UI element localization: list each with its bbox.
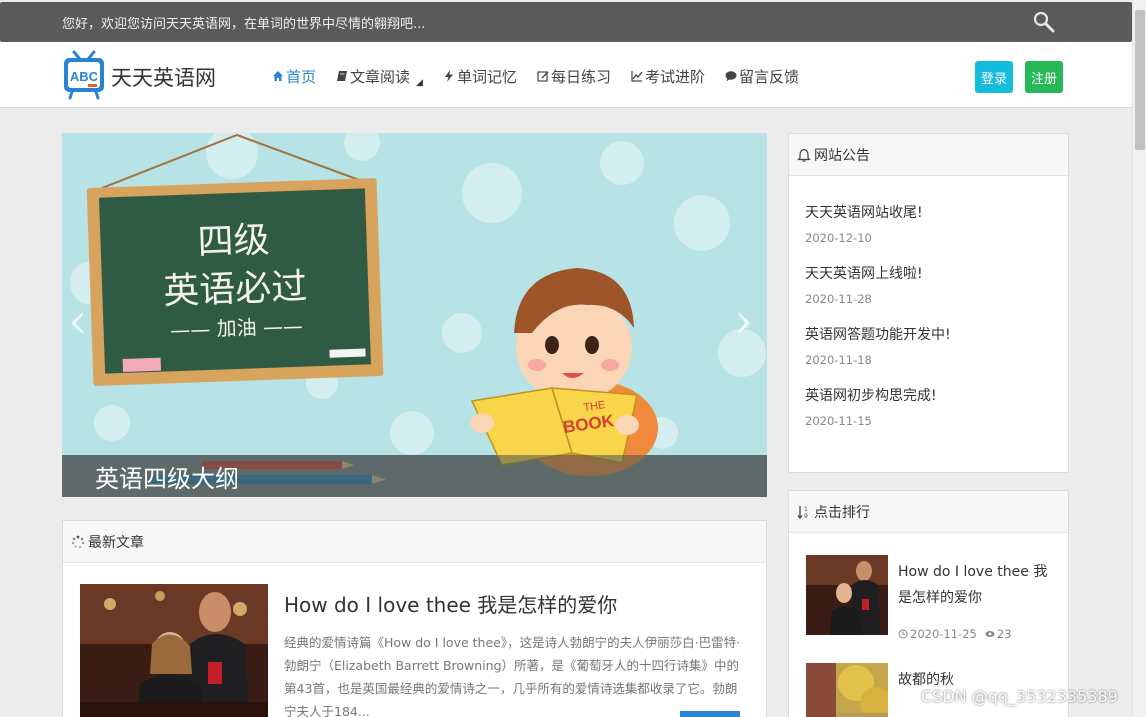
- notice-item-date: 2020-11-18: [805, 353, 872, 367]
- register-button[interactable]: 注册: [1025, 61, 1063, 93]
- chalkboard-line2: 英语必过: [163, 266, 308, 312]
- banner-carousel[interactable]: 四级 英语必过 —— 加油 —— THE BOOK ‹ › 英语四级大纲: [62, 133, 767, 497]
- notice-header: 网站公告: [789, 134, 1068, 176]
- latest-articles-header: 最新文章: [63, 521, 766, 563]
- notice-item-title[interactable]: 英语网答题功能开发中!: [805, 324, 1068, 344]
- comment-icon: [725, 71, 737, 82]
- eye-icon: [985, 631, 995, 637]
- logo[interactable]: ABC: [62, 50, 106, 100]
- login-button[interactable]: 登录: [975, 61, 1013, 93]
- rank-item-title[interactable]: How do I love thee 我是怎样的爱你: [898, 559, 1058, 611]
- svg-text:1: 1: [804, 506, 808, 513]
- banner-illustration: 四级 英语必过 —— 加油 —— THE BOOK: [62, 133, 767, 497]
- bolt-icon: [444, 70, 453, 82]
- notice-item[interactable]: 天天英语网上线啦! 2020-11-28: [805, 263, 1068, 324]
- rank-item-thumbnail[interactable]: [806, 663, 888, 717]
- ranking-header: 1 9 点击排行: [789, 491, 1068, 533]
- search-icon[interactable]: [1032, 10, 1056, 34]
- notice-item[interactable]: 英语网答题功能开发中! 2020-11-18: [805, 324, 1068, 385]
- clock-icon: [898, 629, 908, 639]
- notice-list: 天天英语网站收尾! 2020-12-10 天天英语网上线啦! 2020-11-2…: [789, 176, 1068, 446]
- sort-numeric-icon: 1 9: [797, 505, 808, 519]
- notice-item-title[interactable]: 天天英语网站收尾!: [805, 202, 1068, 222]
- nav-article-reading[interactable]: 文章阅读 ◢: [336, 64, 423, 88]
- site-name[interactable]: 天天英语网: [111, 62, 216, 92]
- banner-caption[interactable]: 英语四级大纲: [95, 459, 239, 494]
- site-header: ABC 天天英语网 首页 文章阅读 ◢ 单词记忆 每日练习 考试进阶 留言反馈 …: [0, 42, 1132, 108]
- banner-caption-bar: 英语四级大纲: [62, 455, 767, 497]
- notice-item-date: 2020-11-28: [805, 292, 872, 306]
- main-nav: 首页 文章阅读 ◢ 单词记忆 每日练习 考试进阶 留言反馈: [272, 64, 819, 88]
- rank-item-thumbnail[interactable]: [806, 555, 888, 635]
- spinner-icon: [71, 535, 85, 548]
- rank-item-meta: 2020-11-25 23: [898, 627, 1011, 641]
- rank-item-views: 23: [985, 627, 1011, 641]
- nav-home[interactable]: 首页: [272, 64, 316, 88]
- click-ranking-panel: 1 9 点击排行 How do I love thee 我是怎样的爱你 2020…: [788, 490, 1069, 717]
- top-bar: 您好，欢迎您访问天天英语网，在单词的世界中尽情的翱翔吧...: [0, 2, 1132, 42]
- page-scrollbar[interactable]: [1132, 0, 1146, 717]
- scrollbar-thumb[interactable]: [1135, 10, 1145, 150]
- nav-daily-practice[interactable]: 每日练习: [537, 64, 611, 88]
- nav-feedback[interactable]: 留言反馈: [725, 64, 799, 88]
- welcome-text: 您好，欢迎您访问天天英语网，在单词的世界中尽情的翱翔吧...: [62, 17, 426, 32]
- notice-item[interactable]: 天天英语网站收尾! 2020-12-10: [805, 202, 1068, 263]
- chart-icon: [631, 71, 643, 82]
- latest-articles-panel: 最新文章 How do I love thee 我是怎样的爱你 经典的爱情诗篇《…: [62, 520, 767, 717]
- notice-title: 网站公告: [814, 147, 870, 164]
- chalkboard-line3: —— 加油 ——: [170, 314, 303, 343]
- chalkboard-line1: 四级: [197, 220, 270, 263]
- article-title[interactable]: How do I love thee 我是怎样的爱你: [284, 589, 617, 618]
- notice-item-date: 2020-11-15: [805, 414, 872, 428]
- csdn-watermark: CSDN @qq_3532335389: [921, 687, 1118, 706]
- rank-item-date: 2020-11-25: [910, 627, 977, 641]
- latest-articles-title: 最新文章: [88, 534, 144, 551]
- article-thumbnail[interactable]: [80, 584, 268, 717]
- notice-item-title[interactable]: 英语网初步构思完成!: [805, 385, 1068, 405]
- notice-item[interactable]: 英语网初步构思完成! 2020-11-15: [805, 385, 1068, 446]
- chevron-left-icon[interactable]: ‹: [68, 293, 87, 349]
- svg-text:9: 9: [804, 513, 808, 519]
- notice-item-title[interactable]: 天天英语网上线啦!: [805, 263, 1068, 283]
- logo-text: ABC: [70, 69, 99, 84]
- chevron-right-icon[interactable]: ›: [734, 293, 753, 349]
- caret-down-icon: ◢: [416, 78, 423, 88]
- nav-exam-advance[interactable]: 考试进阶: [631, 64, 705, 88]
- read-more-button[interactable]: [680, 711, 740, 717]
- notice-item-date: 2020-12-10: [805, 231, 872, 245]
- bell-icon: [797, 148, 811, 162]
- home-icon: [273, 71, 283, 81]
- notice-panel: 网站公告 天天英语网站收尾! 2020-12-10 天天英语网上线啦! 2020…: [788, 133, 1069, 473]
- ranking-title: 点击排行: [814, 504, 870, 521]
- book-icon: [337, 71, 348, 81]
- article-excerpt: 经典的爱情诗篇《How do I love thee》，这是诗人勃朗宁的夫人伊丽…: [284, 635, 741, 717]
- nav-word-memory[interactable]: 单词记忆: [443, 64, 517, 88]
- rank-item[interactable]: How do I love thee 我是怎样的爱你 2020-11-25 23: [806, 555, 1056, 645]
- edit-icon: [537, 71, 549, 82]
